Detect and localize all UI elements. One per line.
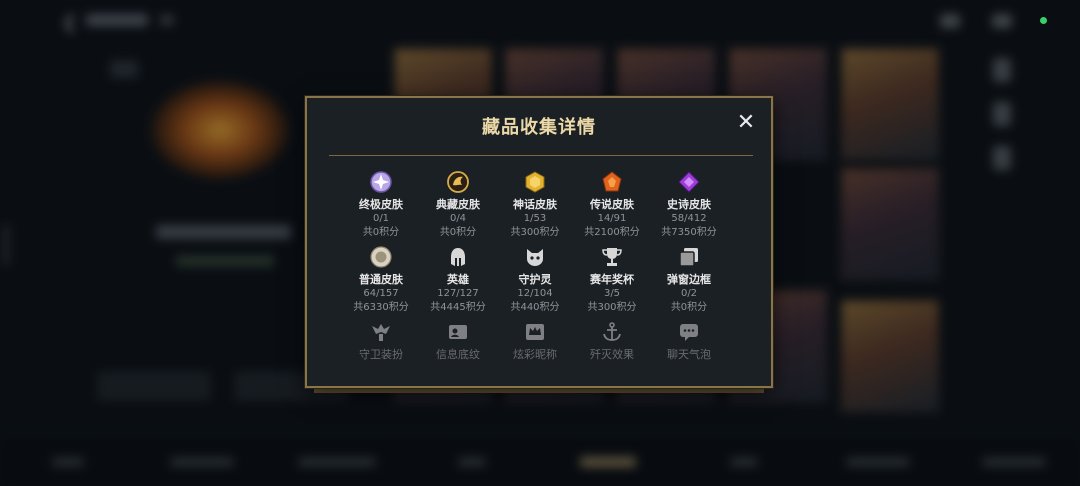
item-points: 共0积分 [439, 227, 477, 238]
collection-item[interactable]: 史诗皮肤 58/412 共7350积分 [651, 170, 727, 245]
collection-item[interactable]: 赛年奖杯 3/5 共300积分 [574, 245, 650, 320]
popup-frame-icon [679, 248, 698, 267]
guardian-spirit-icon [527, 249, 543, 266]
item-label: 典藏皮肤 [436, 198, 480, 211]
item-label: 终极皮肤 [359, 198, 403, 211]
item-points: 共7350积分 [661, 227, 717, 238]
item-label: 聊天气泡 [667, 348, 711, 361]
hero-helmet-icon [451, 248, 465, 266]
item-points: 共2100积分 [584, 227, 640, 238]
collection-item[interactable]: 信息底纹 [420, 320, 496, 361]
item-count: 127/127 [437, 288, 479, 299]
ultimate-skin-icon [370, 171, 392, 193]
guardian-outfit-icon [372, 324, 390, 341]
close-icon[interactable]: ✕ [735, 112, 757, 134]
item-label: 传说皮肤 [590, 198, 634, 211]
modal-bottom-trim [314, 388, 764, 393]
collection-row: 终极皮肤 0/1 共0积分 典藏皮肤 0/4 共0积分 神话皮肤 1/53 共3… [343, 170, 743, 245]
item-label: 炫彩昵称 [513, 348, 557, 361]
mythic-skin-icon [525, 171, 545, 193]
collection-row: 守卫装扮 信息底纹 炫彩昵称 歼灭效果 聊天气泡 [343, 320, 743, 361]
collection-item[interactable]: 神话皮肤 1/53 共300积分 [497, 170, 573, 245]
classic-skin-icon [447, 171, 469, 193]
trophy-icon [602, 248, 622, 266]
item-points: 共440积分 [510, 302, 560, 313]
normal-skin-icon [370, 246, 392, 268]
item-label: 英雄 [447, 273, 469, 286]
item-label: 歼灭效果 [590, 348, 634, 361]
item-label: 信息底纹 [436, 348, 480, 361]
collection-item[interactable]: 守卫装扮 [343, 320, 419, 361]
collection-item[interactable]: 典藏皮肤 0/4 共0积分 [420, 170, 496, 245]
collection-detail-modal: 藏品收集详情 ✕ 终极皮肤 0/1 共0积分 典藏皮肤 0/4 共0积分 神话皮… [305, 96, 773, 388]
collection-item[interactable]: 炫彩昵称 [497, 320, 573, 361]
epic-skin-icon [678, 171, 700, 193]
item-label: 史诗皮肤 [667, 198, 711, 211]
collection-row: 普通皮肤 64/157 共6330积分 英雄 127/127 共4445积分 守… [343, 245, 743, 320]
legendary-skin-icon [602, 171, 622, 192]
item-points: 共300积分 [587, 302, 637, 313]
item-count: 3/5 [603, 288, 621, 299]
item-label: 弹窗边框 [667, 273, 711, 286]
item-points: 共300积分 [510, 227, 560, 238]
status-indicator [1040, 17, 1047, 24]
collection-grid: 终极皮肤 0/1 共0积分 典藏皮肤 0/4 共0积分 神话皮肤 1/53 共3… [343, 170, 743, 361]
collection-item[interactable]: 终极皮肤 0/1 共0积分 [343, 170, 419, 245]
item-points: 共0积分 [670, 302, 708, 313]
collection-item[interactable]: 弹窗边框 0/2 共0积分 [651, 245, 727, 320]
title-divider [329, 155, 753, 156]
collection-item[interactable]: 普通皮肤 64/157 共6330积分 [343, 245, 419, 320]
item-count: 0/1 [372, 213, 390, 224]
info-card-icon [449, 325, 467, 339]
anchor-effect-icon [603, 322, 621, 341]
item-label: 赛年奖杯 [590, 273, 634, 286]
item-count: 64/157 [363, 288, 399, 299]
collection-item[interactable]: 传说皮肤 14/91 共2100积分 [574, 170, 650, 245]
collection-item[interactable]: 英雄 127/127 共4445积分 [420, 245, 496, 320]
item-label: 守护灵 [518, 273, 552, 286]
item-label: 守卫装扮 [359, 348, 403, 361]
collection-item[interactable]: 聊天气泡 [651, 320, 727, 361]
item-count: 14/91 [597, 213, 627, 224]
item-label: 普通皮肤 [359, 273, 403, 286]
item-label: 神话皮肤 [513, 198, 557, 211]
item-points: 共6330积分 [353, 302, 409, 313]
crown-title-icon [526, 324, 544, 340]
collection-item[interactable]: 守护灵 12/104 共440积分 [497, 245, 573, 320]
item-count: 1/53 [523, 213, 547, 224]
chat-bubble-icon [680, 324, 698, 341]
modal-title: 藏品收集详情 [482, 117, 596, 138]
item-count: 0/4 [449, 213, 467, 224]
item-points: 共4445积分 [430, 302, 486, 313]
item-points: 共0积分 [362, 227, 400, 238]
item-count: 58/412 [671, 213, 707, 224]
collection-item[interactable]: 歼灭效果 [574, 320, 650, 361]
item-count: 12/104 [517, 288, 553, 299]
item-count: 0/2 [680, 288, 698, 299]
